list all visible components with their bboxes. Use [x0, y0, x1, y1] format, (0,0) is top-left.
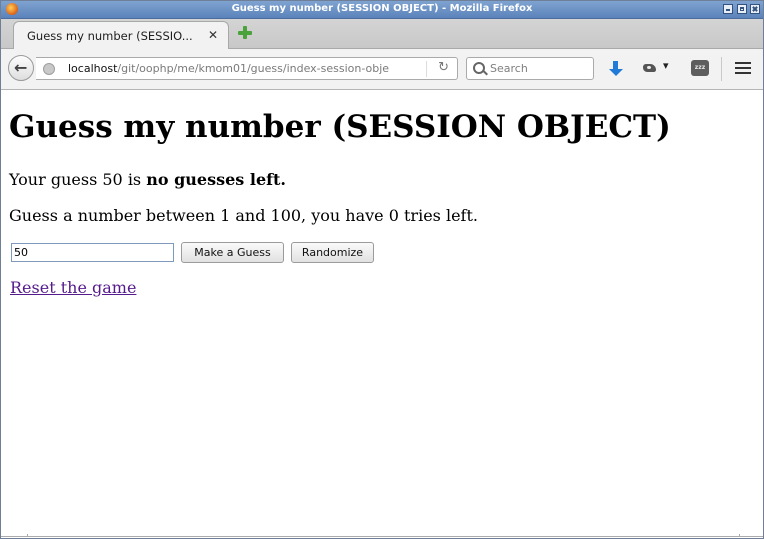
- maximize-button[interactable]: [737, 4, 747, 14]
- globe-icon: [43, 63, 55, 75]
- guess-result-status: no guesses left.: [146, 170, 286, 189]
- close-window-button[interactable]: [750, 4, 760, 14]
- bottom-edge: [1, 536, 763, 537]
- make-guess-button[interactable]: Make a Guess: [181, 242, 284, 263]
- toolbar-separator: [721, 57, 722, 81]
- download-arrow-icon[interactable]: [607, 59, 625, 77]
- back-button[interactable]: ←: [8, 55, 34, 81]
- guess-input[interactable]: [11, 243, 174, 262]
- page-content: Guess my number (SESSION OBJECT) Your gu…: [1, 90, 763, 536]
- url-host: localhost: [68, 62, 118, 75]
- url-separator: [426, 61, 427, 77]
- tab-guess-my-number[interactable]: Guess my number (SESSIO... ✕: [13, 21, 229, 49]
- navigation-toolbar: localhost/git/oophp/me/kmom01/guess/inde…: [1, 49, 763, 90]
- url-path: /git/oophp/me/kmom01/guess/index-session…: [117, 62, 390, 75]
- search-box[interactable]: Search: [466, 57, 594, 80]
- reset-game-link[interactable]: Reset the game: [10, 278, 136, 297]
- browser-window: Guess my number (SESSION OBJECT) - Mozil…: [0, 0, 764, 539]
- window-title: Guess my number (SESSION OBJECT) - Mozil…: [231, 3, 533, 14]
- new-tab-plus-icon[interactable]: [237, 25, 253, 41]
- search-placeholder: Search: [490, 62, 528, 75]
- minimize-button[interactable]: [723, 4, 733, 14]
- search-icon: [473, 62, 485, 74]
- addon-icon[interactable]: [641, 61, 659, 75]
- chevron-down-icon[interactable]: ▾: [663, 59, 669, 72]
- reload-icon[interactable]: ↻: [438, 60, 449, 75]
- bottom-tick-left: [27, 534, 28, 537]
- tab-close-icon[interactable]: ✕: [208, 28, 218, 42]
- title-bar: Guess my number (SESSION OBJECT) - Mozil…: [1, 1, 763, 19]
- randomize-button[interactable]: Randomize: [291, 242, 374, 263]
- tab-strip: Guess my number (SESSIO... ✕: [1, 19, 763, 49]
- sleep-icon[interactable]: zzz: [691, 60, 709, 76]
- url-bar[interactable]: localhost/git/oophp/me/kmom01/guess/inde…: [36, 57, 458, 80]
- guess-result: Your guess 50 is no guesses left.: [9, 170, 286, 189]
- guess-result-prefix: Your guess 50 is: [9, 170, 147, 189]
- back-arrow-icon: ←: [14, 58, 28, 77]
- hamburger-menu-icon[interactable]: [735, 62, 751, 76]
- bottom-tick-right: [739, 534, 740, 537]
- page-title: Guess my number (SESSION OBJECT): [9, 109, 671, 145]
- tab-label: Guess my number (SESSIO...: [27, 29, 193, 43]
- guess-instructions: Guess a number between 1 and 100, you ha…: [9, 206, 478, 225]
- url-text[interactable]: localhost/git/oophp/me/kmom01/guess/inde…: [68, 62, 428, 75]
